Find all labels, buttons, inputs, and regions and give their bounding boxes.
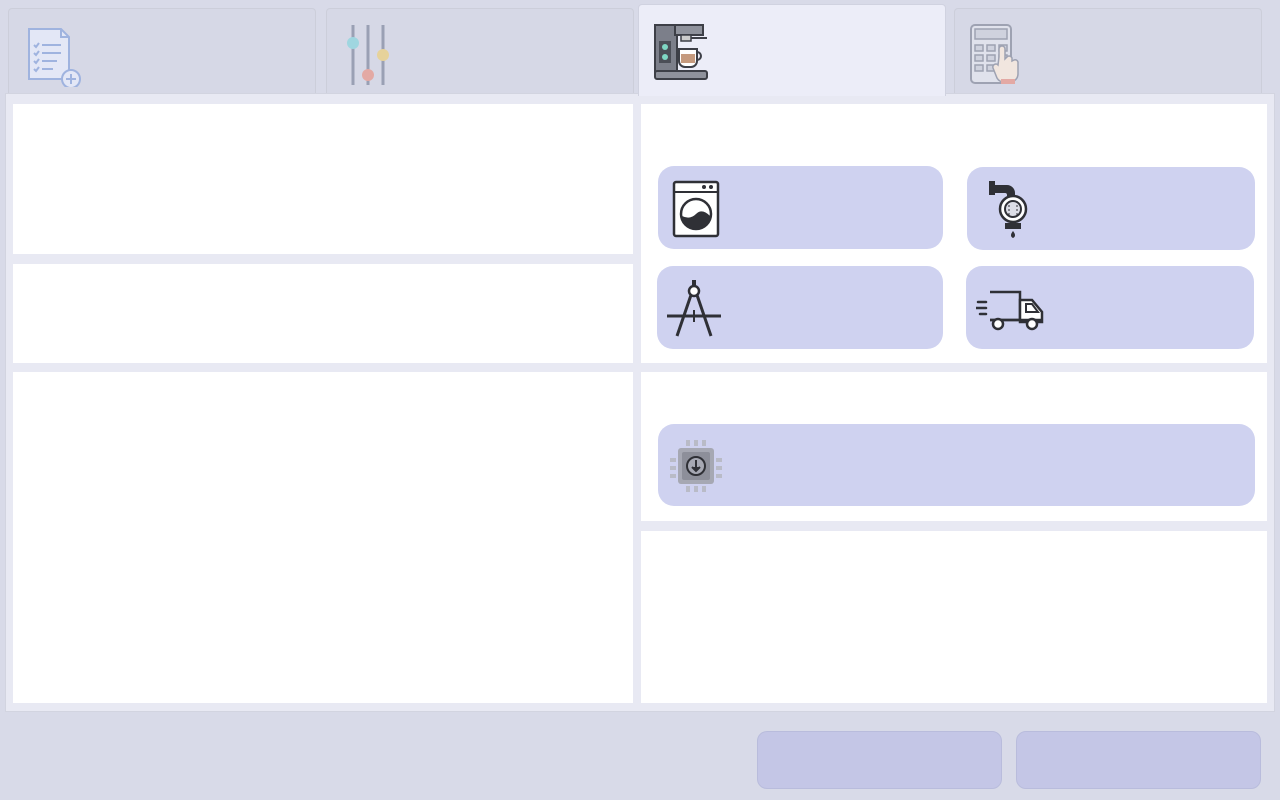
tab-document-add[interactable] <box>8 8 316 94</box>
water-meter-icon <box>989 181 1028 238</box>
panel-right-top <box>641 104 1267 363</box>
chip-download-button[interactable] <box>658 424 1255 506</box>
footer-button-2[interactable] <box>1016 731 1261 789</box>
drafting-compass-button[interactable] <box>657 266 943 349</box>
sliders-icon <box>347 25 389 85</box>
chip-download-icon <box>670 440 722 492</box>
footer-button-1[interactable] <box>757 731 1002 789</box>
panel-right-bottom <box>641 531 1267 703</box>
delivery-truck-icon <box>976 290 1044 331</box>
washing-machine-icon <box>672 180 720 238</box>
panel-left-middle <box>13 264 633 363</box>
water-meter-button[interactable] <box>967 167 1255 250</box>
tab-sliders[interactable] <box>326 8 634 94</box>
coffee-machine-icon <box>654 24 708 80</box>
panel-right-middle <box>641 372 1267 521</box>
panel-left-bottom <box>13 372 633 703</box>
drafting-compass-icon <box>667 280 721 337</box>
tab-bar <box>8 4 1272 96</box>
panel-left-top <box>13 104 633 254</box>
washing-machine-button[interactable] <box>658 166 943 249</box>
touch-keypad-icon <box>970 24 1019 84</box>
document-add-icon <box>28 28 81 87</box>
delivery-truck-button[interactable] <box>966 266 1254 349</box>
tab-coffee-machine[interactable] <box>638 4 946 96</box>
tab-touch-keypad[interactable] <box>954 8 1262 94</box>
